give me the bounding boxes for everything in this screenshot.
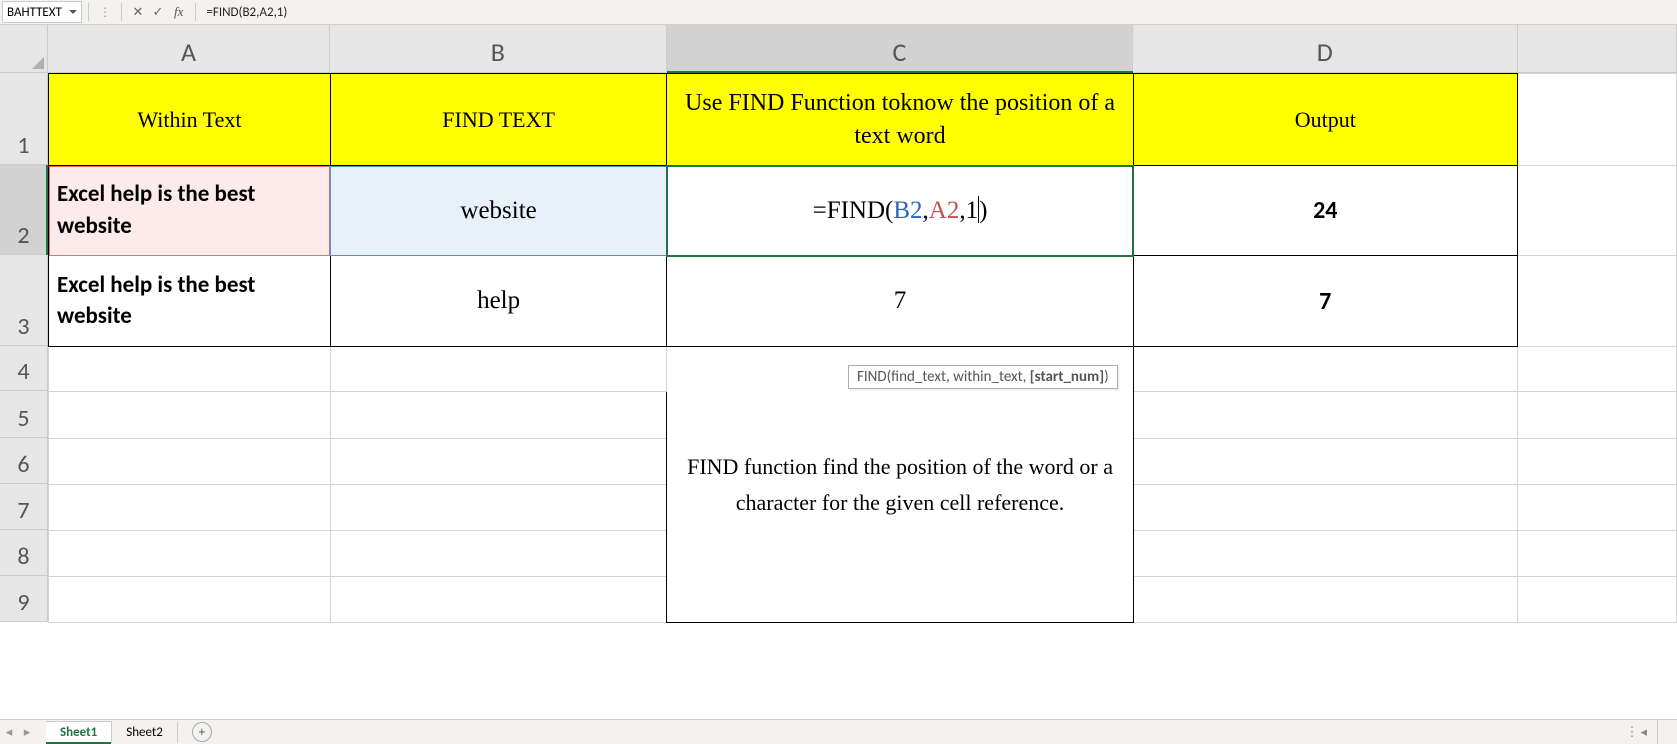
cancel-formula-button[interactable]: ✕ (128, 2, 148, 22)
row-header-6[interactable]: 6 (0, 438, 47, 484)
row-header-3[interactable]: 3 (0, 255, 47, 346)
cell-E5[interactable] (1517, 392, 1676, 439)
row-header-1[interactable]: 1 (0, 73, 47, 165)
cell-D1[interactable]: Output (1133, 74, 1517, 166)
row-header-5[interactable]: 5 (0, 391, 47, 438)
cell-C1[interactable]: Use FIND Function toknow the position of… (667, 74, 1133, 166)
add-sheet-button[interactable]: + (192, 722, 212, 742)
cell-A5[interactable] (49, 392, 331, 439)
cell-B8[interactable] (330, 531, 667, 577)
cell-A1[interactable]: Within Text (49, 74, 331, 166)
row-headers: 1 2 3 4 5 6 7 8 9 (0, 73, 48, 622)
row-header-8[interactable]: 8 (0, 530, 47, 576)
cell-E4[interactable] (1517, 347, 1676, 392)
cell-B4[interactable] (330, 347, 667, 392)
row-header-4[interactable]: 4 (0, 346, 47, 391)
sheet-tabs-bar: ◂ ▸ Sheet1 Sheet2 + ⋮◂ (0, 719, 1657, 744)
cell-B1[interactable]: FIND TEXT (330, 74, 667, 166)
cell-D5[interactable] (1133, 392, 1517, 439)
cell-A2[interactable]: Excel help is the best website (49, 166, 331, 256)
cell-D8[interactable] (1133, 531, 1517, 577)
formula-bar: BAHTTEXT ⋮ ✕ ✓ fx =FIND(B2,A2,1) (0, 0, 1677, 25)
grid: Within Text FIND TEXT Use FIND Function … (48, 73, 1677, 719)
cell-B5[interactable] (330, 392, 667, 439)
row-header-2[interactable]: 2 (0, 165, 47, 255)
cell-D2[interactable]: 24 (1133, 166, 1517, 256)
cell-D7[interactable] (1133, 485, 1517, 531)
sheet-tab-sheet2[interactable]: Sheet2 (112, 722, 178, 743)
cell-A6[interactable] (49, 439, 331, 485)
function-tooltip: FIND(find_text, within_text, [start_num]… (848, 365, 1118, 389)
cell-A9[interactable] (49, 577, 331, 623)
name-box-value: BAHTTEXT (7, 5, 62, 20)
cell-D3[interactable]: 7 (1133, 256, 1517, 347)
cell-E1[interactable] (1517, 74, 1676, 166)
cell-A3[interactable]: Excel help is the best website (49, 256, 331, 347)
divider (195, 3, 196, 21)
cell-B6[interactable] (330, 439, 667, 485)
name-box-dropdown-icon[interactable] (69, 10, 77, 14)
tab-nav-next-icon[interactable]: ▸ (18, 722, 36, 742)
col-header-A[interactable]: A (48, 25, 330, 72)
col-header-D[interactable]: D (1133, 25, 1518, 72)
cell-C2[interactable]: =FIND(B2,A2,1) (667, 166, 1133, 256)
cell-A7[interactable] (49, 485, 331, 531)
tab-nav-prev-icon[interactable]: ◂ (0, 722, 18, 742)
vertical-dots-icon: ⋮ (99, 5, 111, 20)
name-box[interactable]: BAHTTEXT (2, 1, 82, 23)
cell-E2[interactable] (1517, 166, 1676, 256)
hscroll-indicator[interactable]: ⋮◂ (1625, 725, 1647, 740)
cell-E8[interactable] (1517, 531, 1676, 577)
enter-formula-button[interactable]: ✓ (148, 2, 168, 22)
scroll-corner (1657, 719, 1677, 744)
cell-B2[interactable]: website (330, 166, 667, 256)
select-all-corner[interactable] (0, 25, 48, 73)
column-headers: A B C D (48, 25, 1677, 73)
cell-D4[interactable] (1133, 347, 1517, 392)
formula-text: =FIND(B2,A2,1) (813, 197, 988, 224)
cell-E9[interactable] (1517, 577, 1676, 623)
cell-A4[interactable] (49, 347, 331, 392)
divider (121, 3, 122, 21)
cell-B7[interactable] (330, 485, 667, 531)
row-header-7[interactable]: 7 (0, 484, 47, 530)
cell-B3[interactable]: help (330, 256, 667, 347)
sheet-tab-sheet1[interactable]: Sheet1 (46, 721, 112, 743)
cell-D6[interactable] (1133, 439, 1517, 485)
col-header-E[interactable] (1518, 25, 1677, 72)
col-header-B[interactable]: B (330, 25, 667, 72)
row-header-9[interactable]: 9 (0, 576, 47, 622)
col-header-C[interactable]: C (667, 25, 1133, 72)
insert-function-button[interactable]: fx (174, 4, 183, 20)
divider (88, 3, 89, 21)
cell-E7[interactable] (1517, 485, 1676, 531)
cell-B9[interactable] (330, 577, 667, 623)
cell-E3[interactable] (1517, 256, 1676, 347)
cell-E6[interactable] (1517, 439, 1676, 485)
cell-A8[interactable] (49, 531, 331, 577)
cell-C3[interactable]: 7 (667, 256, 1133, 347)
formula-bar-input[interactable]: =FIND(B2,A2,1) (202, 4, 382, 21)
cell-D9[interactable] (1133, 577, 1517, 623)
spreadsheet-area: A B C D 1 2 3 4 5 6 7 8 9 Within Text FI… (0, 25, 1677, 719)
